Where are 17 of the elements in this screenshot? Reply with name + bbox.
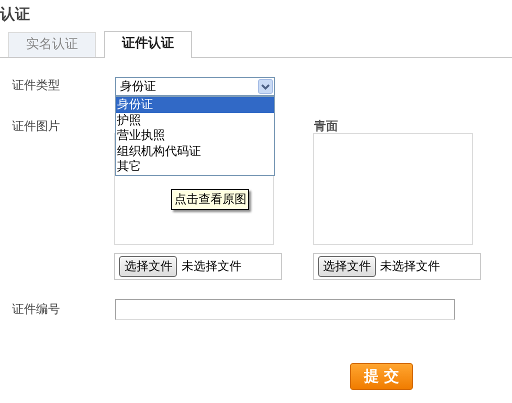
choose-file-button[interactable]: 选择文件 (119, 256, 178, 277)
dropdown-option[interactable]: 身份证 (116, 97, 274, 113)
column-title: 青面 (314, 118, 340, 133)
choose-file-button[interactable]: 选择文件 (318, 256, 376, 277)
file-status: 未选择文件 (181, 258, 242, 275)
file-input[interactable]: 选择文件 未选择文件 (114, 253, 282, 280)
field-label: 证件类型 (11, 77, 61, 94)
image-frame[interactable] (313, 133, 474, 245)
type-select[interactable]: 身份证 (115, 77, 275, 96)
file-input[interactable]: 选择文件 未选择文件 (313, 253, 482, 280)
file-status: 未选择文件 (380, 258, 440, 275)
field-label: 证件图片 (11, 118, 61, 135)
tooltip: 点击查看原图 (171, 189, 250, 210)
field-label: 证件编号 (11, 301, 61, 318)
number-input[interactable] (115, 299, 455, 320)
page-title: 认证 (0, 4, 31, 25)
tab[interactable]: 证件认证 (104, 31, 192, 58)
